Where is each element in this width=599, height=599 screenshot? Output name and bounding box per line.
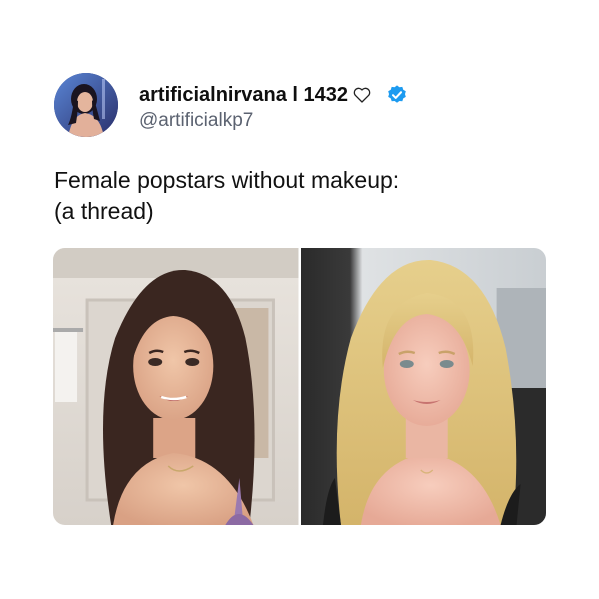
media-photo-right[interactable] bbox=[300, 248, 546, 525]
tweet-media-grid bbox=[53, 248, 546, 525]
avatar[interactable] bbox=[54, 73, 118, 137]
heart-outline-icon bbox=[352, 85, 372, 105]
user-handle[interactable]: @artificialkp7 bbox=[139, 110, 253, 132]
verified-badge-icon bbox=[386, 84, 408, 106]
tweet-text-line: Female popstars without makeup: bbox=[54, 167, 400, 193]
author-name-row: artificialnirvana l 1432 bbox=[139, 82, 408, 108]
tweet-text-line: (a thread) bbox=[54, 198, 154, 224]
media-photo-left[interactable] bbox=[53, 248, 299, 525]
display-name[interactable]: artificialnirvana l 1432 bbox=[139, 84, 348, 107]
tweet-text: Female popstars without makeup: (a threa… bbox=[54, 165, 554, 227]
avatar-image bbox=[54, 73, 118, 137]
